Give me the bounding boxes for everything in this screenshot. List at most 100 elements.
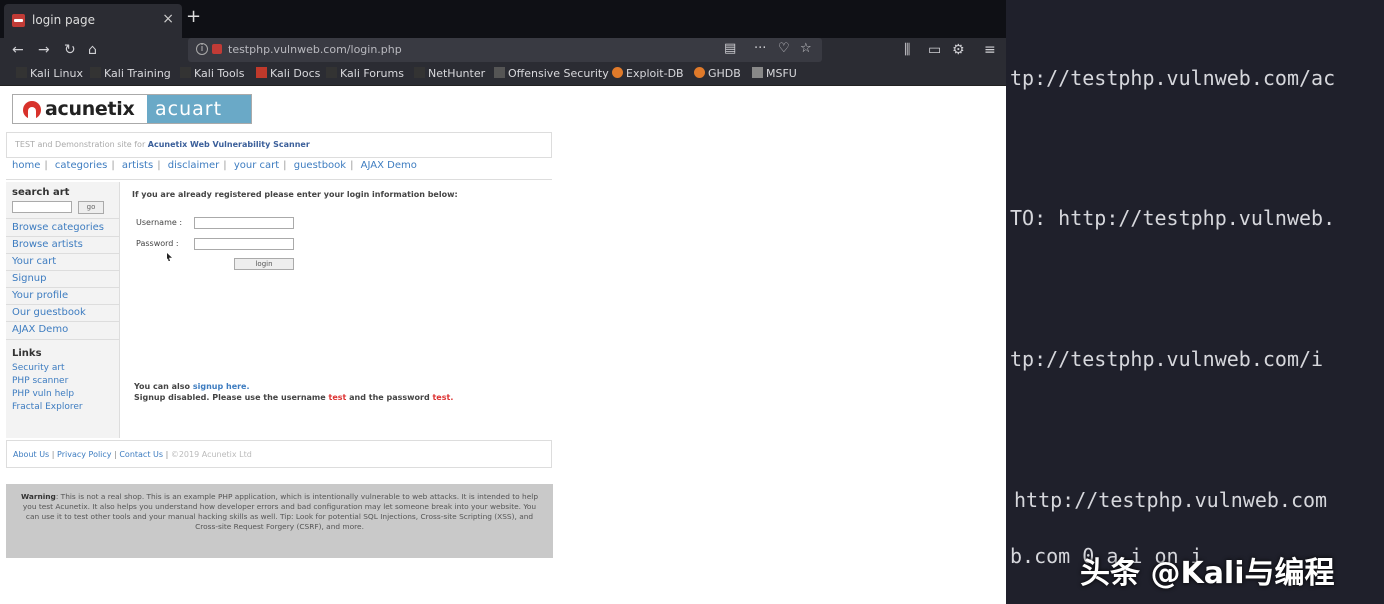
warning-box: Warning: This is not a real shop. This i… <box>6 484 553 558</box>
tab-login-page[interactable]: login page × <box>4 4 182 38</box>
site-tagline: TEST and Demonstration site for Acunetix… <box>6 132 552 158</box>
bookmark-offensive-security[interactable]: Offensive Security <box>494 67 609 80</box>
site-favicon-icon <box>12 14 25 27</box>
nav-artists[interactable]: artists <box>122 160 153 171</box>
url-text[interactable]: testphp.vulnweb.com/login.php <box>228 43 402 56</box>
back-arrow-icon[interactable]: ← <box>12 41 24 59</box>
page-actions-icon[interactable]: ··· <box>754 41 766 56</box>
tagline-brand-link[interactable]: Acunetix Web Vulnerability Scanner <box>148 140 310 149</box>
extension-icon[interactable]: ⚙ <box>952 41 965 59</box>
login-intro-text: If you are already registered please ent… <box>132 190 458 199</box>
footer-contact-us[interactable]: Contact Us <box>119 450 163 459</box>
acunetix-logo-icon <box>23 101 41 119</box>
sidebar-divider <box>6 253 120 254</box>
bookmark-kali-training[interactable]: Kali Training <box>90 67 171 80</box>
link-security-art[interactable]: Security art <box>12 363 65 373</box>
reader-view-icon[interactable]: ▤ <box>724 41 736 56</box>
bookmark-exploit-db[interactable]: Exploit-DB <box>612 67 684 80</box>
links-heading: Links <box>12 348 42 359</box>
search-go-button[interactable]: go <box>78 201 104 214</box>
nav-guestbook[interactable]: guestbook <box>294 160 346 171</box>
top-navigation: home | categories | artists | disclaimer | y… <box>6 160 552 180</box>
sidebar-divider <box>6 218 120 219</box>
terminal-line: tp://testphp.vulnweb.com/i <box>1010 347 1324 371</box>
bookmarks-toolbar: Kali Linux Kali Training Kali Tools Kali… <box>0 62 1006 86</box>
login-content: If you are already registered please ent… <box>124 182 552 438</box>
nav-disclaimer[interactable]: disclaimer <box>168 160 220 171</box>
forward-arrow-icon[interactable]: → <box>38 41 50 59</box>
sidebar-browse-artists[interactable]: Browse artists <box>12 239 83 250</box>
kali-dragon-icon <box>90 67 101 78</box>
nav-categories[interactable]: categories <box>55 160 107 171</box>
bookmark-star-icon[interactable]: ☆ <box>800 41 812 56</box>
sidebar-your-cart[interactable]: Your cart <box>12 256 56 267</box>
login-button[interactable]: login <box>234 258 294 270</box>
bookmark-msfu[interactable]: MSFU <box>752 67 797 80</box>
new-tab-icon[interactable]: + <box>186 6 201 27</box>
disabled-prefix: Signup disabled. Please use the username <box>134 393 326 402</box>
screen: login page × + ← → ↻ ⌂ i testphp.vulnweb… <box>0 0 1384 604</box>
nav-home[interactable]: home <box>12 160 40 171</box>
nav-your-cart[interactable]: your cart <box>234 160 279 171</box>
signup-prefix: You can also <box>134 382 191 391</box>
tagline-prefix: TEST and Demonstration site for <box>15 140 146 149</box>
footer-separator: | <box>51 450 55 459</box>
bookmark-kali-docs[interactable]: Kali Docs <box>256 67 320 80</box>
mouse-cursor-icon <box>167 253 172 261</box>
offsec-icon <box>494 67 505 78</box>
reload-icon[interactable]: ↻ <box>64 41 76 59</box>
info-icon[interactable]: i <box>196 43 208 55</box>
kali-docs-icon <box>256 67 267 78</box>
logo-left: acunetix <box>13 95 147 123</box>
bookmark-kali-tools[interactable]: Kali Tools <box>180 67 244 80</box>
home-icon[interactable]: ⌂ <box>88 41 97 59</box>
sidebar-icon[interactable]: ▭ <box>928 41 941 59</box>
sidebar-divider <box>6 339 120 340</box>
nethunter-icon <box>414 67 425 78</box>
sidebar-signup[interactable]: Signup <box>12 273 47 284</box>
link-php-vuln-help[interactable]: PHP vuln help <box>12 389 74 399</box>
logo-acuart-text: acuart <box>155 98 223 120</box>
signup-here-link[interactable]: signup here. <box>193 382 250 391</box>
logo-right: acuart <box>147 95 251 123</box>
footer-copyright: ©2019 Acunetix Ltd <box>170 450 252 459</box>
sidebar-divider <box>6 304 120 305</box>
link-fractal-explorer[interactable]: Fractal Explorer <box>12 402 83 412</box>
kali-dragon-icon <box>16 67 27 78</box>
bookmark-kali-forums[interactable]: Kali Forums <box>326 67 404 80</box>
link-php-scanner[interactable]: PHP scanner <box>12 376 68 386</box>
search-art-input[interactable] <box>12 201 72 213</box>
acunetix-acuart-logo[interactable]: acunetix acuart <box>12 94 252 124</box>
url-bar[interactable]: i testphp.vulnweb.com/login.php ▤ ··· ♡ … <box>188 38 822 62</box>
watermark-text: 头条 @Kali与编程 <box>1080 556 1335 591</box>
sidebar-divider <box>6 236 120 237</box>
signup-disabled-note: Signup disabled. Please use the username… <box>134 393 453 402</box>
page-viewport: acunetix acuart TEST and Demonstration s… <box>0 86 1006 604</box>
logo-acunetix-text: acunetix <box>45 98 135 120</box>
footer-separator: | <box>114 450 117 459</box>
site-identity-icon[interactable] <box>212 44 222 54</box>
bookmark-ghdb[interactable]: GHDB <box>694 67 741 80</box>
signup-note: You can also signup here. <box>134 382 250 391</box>
ghdb-icon <box>694 67 705 78</box>
library-icon[interactable]: ⫼ <box>904 41 910 59</box>
left-sidebar: search art go Browse categories Browse a… <box>6 182 120 438</box>
warning-text: : This is not a real shop. This is an ex… <box>22 492 539 531</box>
sidebar-ajax-demo[interactable]: AJAX Demo <box>12 324 68 335</box>
sidebar-your-profile[interactable]: Your profile <box>12 290 68 301</box>
sidebar-browse-categories[interactable]: Browse categories <box>12 222 104 233</box>
terminal-window[interactable]: tp://testphp.vulnweb.com/ac TO: http://t… <box>1006 0 1384 604</box>
footer-about-us[interactable]: About Us <box>13 450 49 459</box>
menu-icon[interactable]: ≡ <box>984 41 996 59</box>
password-input[interactable] <box>194 238 294 250</box>
bookmark-kali-linux[interactable]: Kali Linux <box>16 67 83 80</box>
close-tab-icon[interactable]: × <box>162 11 174 27</box>
pocket-icon[interactable]: ♡ <box>778 41 790 56</box>
sidebar-our-guestbook[interactable]: Our guestbook <box>12 307 86 318</box>
sidebar-divider <box>6 321 120 322</box>
kali-dragon-icon <box>180 67 191 78</box>
footer-privacy-policy[interactable]: Privacy Policy <box>57 450 112 459</box>
nav-ajax-demo[interactable]: AJAX Demo <box>361 160 417 171</box>
bookmark-nethunter[interactable]: NetHunter <box>414 67 485 80</box>
username-input[interactable] <box>194 217 294 229</box>
